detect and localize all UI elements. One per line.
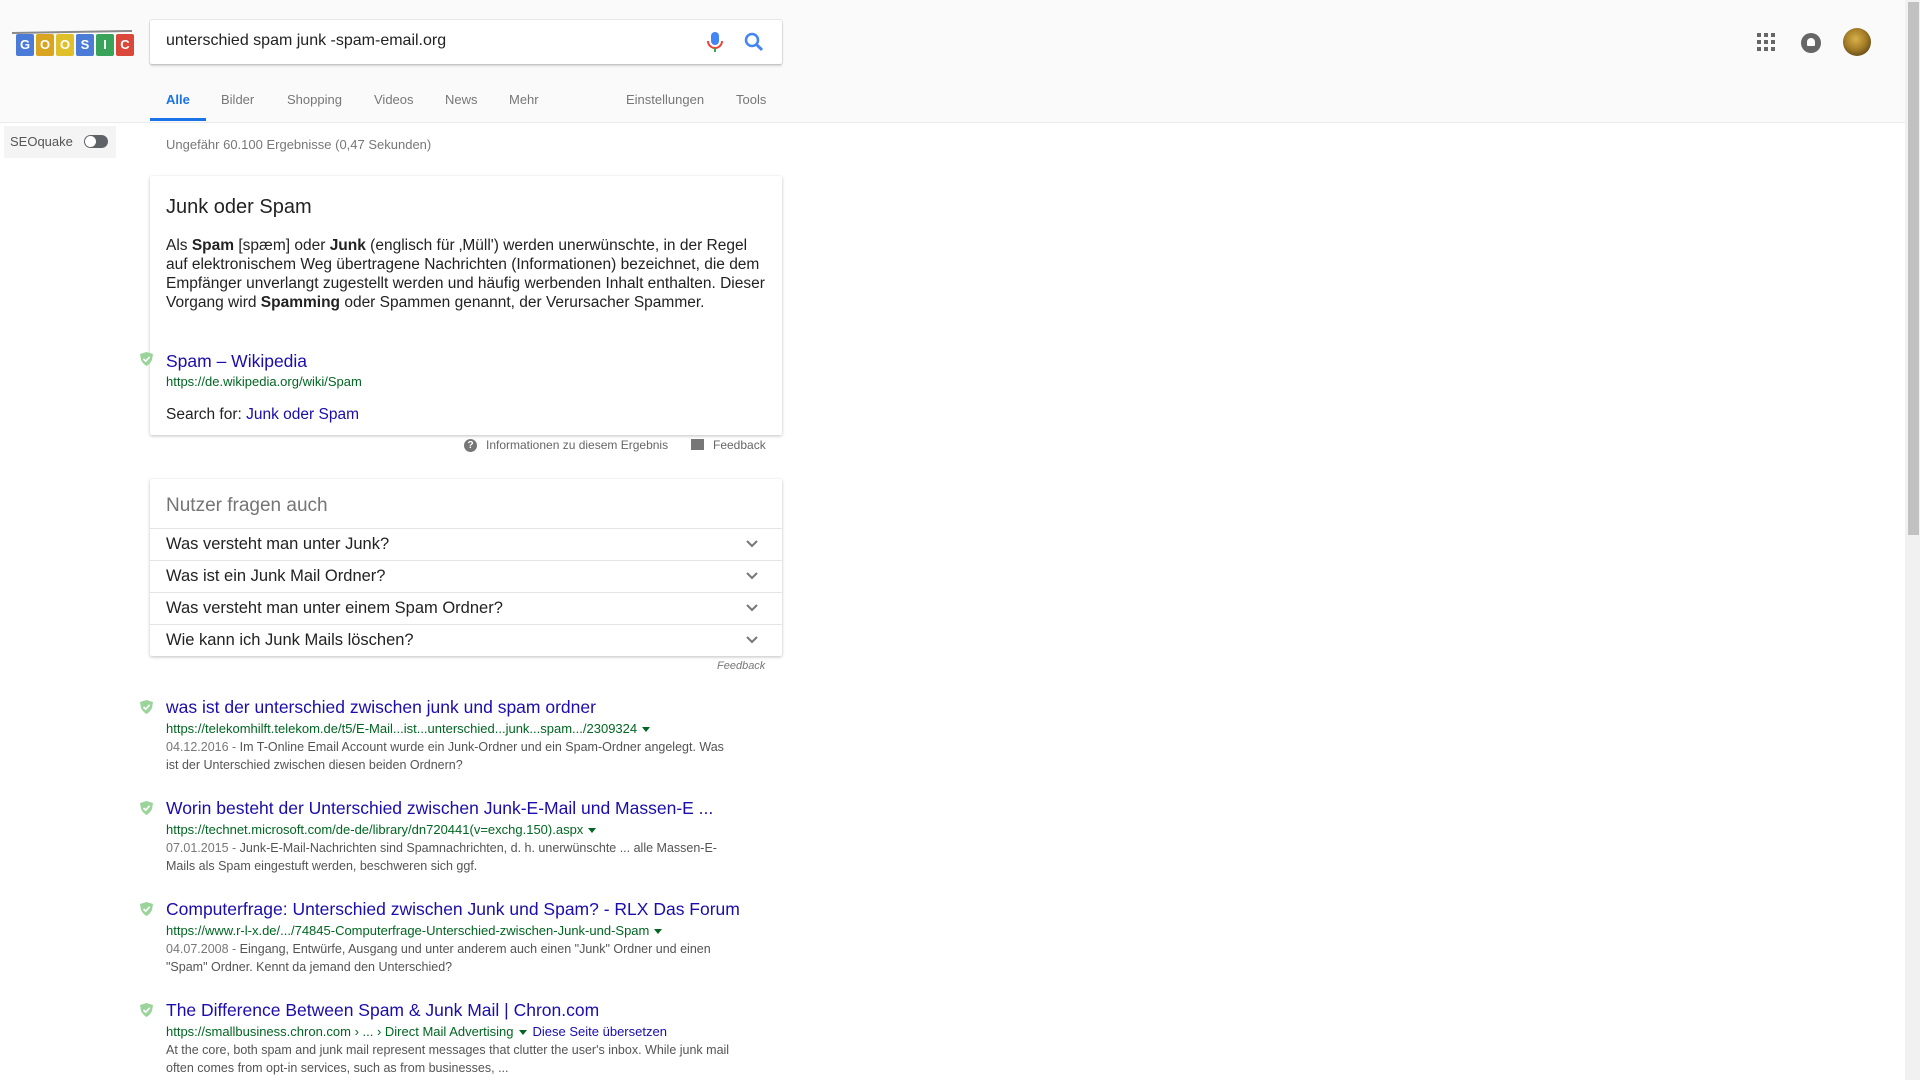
result-title-link[interactable]: was ist der unterschied zwischen junk un…: [166, 697, 786, 718]
chevron-down-icon[interactable]: [745, 601, 759, 615]
result-snippet: 04.12.2016 - Im T-Online Email Account w…: [166, 740, 724, 772]
tab-more[interactable]: Mehr: [509, 92, 539, 107]
dropdown-arrow-icon[interactable]: [588, 828, 597, 834]
paa-title: Nutzer fragen auch: [166, 495, 328, 516]
result-snippet: At the core, both spam and junk mail rep…: [166, 1043, 730, 1075]
search-icon[interactable]: [742, 30, 766, 54]
search-result: Worin besteht der Unterschied zwischen J…: [166, 798, 786, 875]
apps-grid-icon[interactable]: [1756, 32, 1776, 52]
translate-link[interactable]: Diese Seite übersetzen: [533, 1024, 667, 1039]
result-snippet: 07.01.2015 - Junk-E-Mail-Nachrichten sin…: [166, 841, 717, 873]
featured-snippet-title: Junk oder Spam: [166, 196, 312, 218]
google-doodle-logo[interactable]: G O O S I C: [11, 28, 134, 60]
doodle-letter: I: [96, 34, 114, 56]
search-result: Computerfrage: Unterschied zwischen Junk…: [166, 899, 786, 976]
seoquake-panel: SEOquake: [4, 126, 116, 158]
shield-check-icon: [140, 801, 153, 815]
search-for-link[interactable]: Junk oder Spam: [246, 406, 359, 423]
seoquake-toggle[interactable]: [84, 135, 108, 148]
notifications-icon[interactable]: [1801, 33, 1821, 53]
result-snippet: 04.07.2008 - Eingang, Entwürfe, Ausgang …: [166, 942, 711, 974]
result-url: https://telekomhilft.telekom.de/t5/E-Mai…: [166, 721, 786, 736]
feedback-link[interactable]: Feedback: [713, 438, 766, 452]
featured-source-url: https://de.wikipedia.org/wiki/Spam: [166, 374, 362, 389]
shield-check-icon: [140, 352, 153, 366]
feedback-icon[interactable]: [691, 439, 704, 450]
seoquake-label: SEOquake: [10, 134, 73, 149]
people-also-ask: Nutzer fragen auch Was versteht man unte…: [150, 479, 782, 656]
doodle-letter: C: [116, 34, 134, 56]
doodle-letter: S: [76, 34, 94, 56]
tab-news[interactable]: News: [445, 92, 478, 107]
page-scrollbar[interactable]: [1905, 0, 1920, 1080]
result-url: https://smallbusiness.chron.com › ... › …: [166, 1024, 667, 1039]
settings-link[interactable]: Einstellungen: [626, 92, 704, 107]
doodle-letter: O: [36, 34, 54, 56]
dropdown-arrow-icon[interactable]: [654, 929, 663, 935]
featured-snippet-text: Als Spam [spæm] oder Junk (englisch für …: [166, 237, 765, 311]
featured-feedback-row: ? Informationen zu diesem Ergebnis Feedb…: [150, 438, 782, 458]
doodle-letter: O: [56, 34, 74, 56]
tab-videos[interactable]: Videos: [374, 92, 414, 107]
search-for-line: Search for: Junk oder Spam: [166, 406, 359, 423]
chevron-down-icon[interactable]: [745, 633, 759, 647]
tab-images[interactable]: Bilder: [221, 92, 254, 107]
result-stats: Ungefähr 60.100 Ergebnisse (0,47 Sekunde…: [166, 137, 432, 152]
chevron-down-icon[interactable]: [745, 569, 759, 583]
scrollbar-thumb[interactable]: [1908, 2, 1919, 535]
result-url: https://www.r-l-x.de/.../74845-Computerf…: [166, 923, 786, 938]
tab-all[interactable]: Alle: [166, 92, 190, 107]
microphone-icon[interactable]: [705, 30, 725, 54]
search-result: was ist der unterschied zwischen junk un…: [166, 697, 786, 774]
featured-snippet: Junk oder Spam Als Spam [spæm] oder Junk…: [150, 176, 782, 435]
search-header: G O O S I C unterschied spam junk -spam-…: [0, 0, 1905, 123]
dropdown-arrow-icon[interactable]: [518, 1030, 527, 1036]
paa-question[interactable]: Wie kann ich Junk Mails löschen?: [150, 624, 782, 656]
dropdown-arrow-icon[interactable]: [642, 727, 651, 733]
tools-link[interactable]: Tools: [736, 92, 766, 107]
shield-check-icon: [140, 1003, 153, 1017]
shield-check-icon: [140, 700, 153, 714]
search-result: The Difference Between Spam & Junk Mail …: [166, 1000, 786, 1077]
help-circle-icon[interactable]: ?: [464, 439, 477, 452]
result-title-link[interactable]: Computerfrage: Unterschied zwischen Junk…: [166, 899, 786, 920]
result-title-link[interactable]: The Difference Between Spam & Junk Mail …: [166, 1000, 786, 1021]
about-result-link[interactable]: Informationen zu diesem Ergebnis: [486, 438, 668, 452]
result-title-link[interactable]: Worin besteht der Unterschied zwischen J…: [166, 798, 786, 819]
tab-shopping[interactable]: Shopping: [287, 92, 342, 107]
search-input[interactable]: unterschied spam junk -spam-email.org: [166, 32, 446, 50]
paa-question[interactable]: Was ist ein Junk Mail Ordner?: [150, 560, 782, 592]
result-url: https://technet.microsoft.com/de-de/libr…: [166, 822, 786, 837]
active-tab-indicator: [150, 118, 206, 121]
paa-feedback-link[interactable]: Feedback: [717, 660, 765, 672]
search-box[interactable]: unterschied spam junk -spam-email.org: [150, 20, 782, 64]
shield-check-icon: [140, 902, 153, 916]
paa-question[interactable]: Was versteht man unter Junk?: [150, 528, 782, 560]
doodle-letter: G: [16, 34, 34, 56]
featured-source-link[interactable]: Spam – Wikipedia: [166, 351, 307, 372]
chevron-down-icon[interactable]: [745, 537, 759, 551]
paa-question[interactable]: Was versteht man unter einem Spam Ordner…: [150, 592, 782, 624]
account-avatar[interactable]: [1843, 28, 1871, 56]
